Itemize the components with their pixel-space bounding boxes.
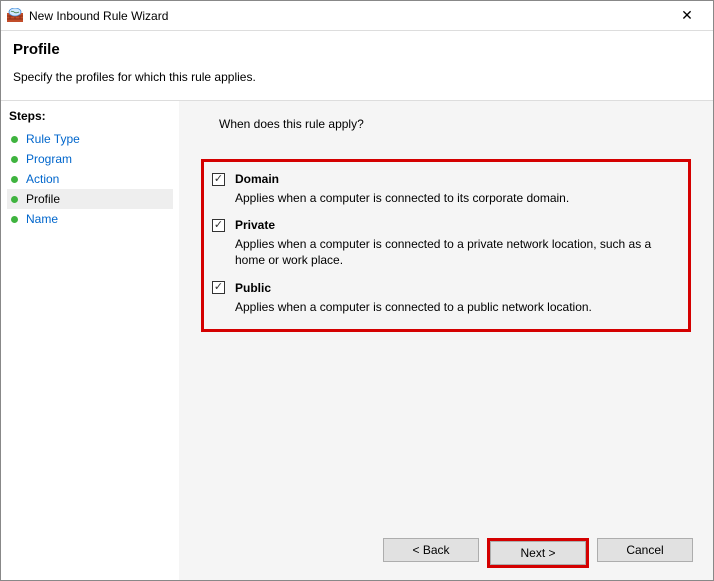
button-bar: < Back Next > Cancel [199, 530, 693, 568]
wizard-window: New Inbound Rule Wizard ✕ Profile Specif… [0, 0, 714, 581]
step-label: Action [26, 172, 59, 186]
step-label: Program [26, 152, 72, 166]
next-button[interactable]: Next > [490, 541, 586, 565]
step-rule-type[interactable]: Rule Type [7, 129, 173, 149]
profile-option-private: ✓ Private Applies when a computer is conne… [212, 218, 666, 268]
public-checkbox[interactable]: ✓ [212, 281, 225, 294]
firewall-icon [7, 8, 23, 24]
main-panel: When does this rule apply? ✓ Domain Applie… [179, 101, 713, 580]
steps-sidebar: Steps: Rule Type Program Action Profile Name [1, 101, 179, 580]
step-bullet-icon [11, 216, 18, 223]
steps-heading: Steps: [7, 109, 173, 123]
private-checkbox[interactable]: ✓ [212, 219, 225, 232]
step-program[interactable]: Program [7, 149, 173, 169]
step-bullet-icon [11, 176, 18, 183]
domain-label: Domain [235, 172, 279, 186]
titlebar: New Inbound Rule Wizard ✕ [1, 1, 713, 31]
step-bullet-icon [11, 196, 18, 203]
public-description: Applies when a computer is connected to … [235, 299, 666, 315]
public-label: Public [235, 281, 271, 295]
window-title: New Inbound Rule Wizard [29, 9, 168, 23]
profile-option-domain: ✓ Domain Applies when a computer is connec… [212, 172, 666, 206]
step-profile: Profile [7, 189, 173, 209]
page-title: Profile [13, 41, 701, 58]
step-label: Profile [26, 192, 60, 206]
step-bullet-icon [11, 156, 18, 163]
private-description: Applies when a computer is connected to … [235, 236, 666, 268]
back-button[interactable]: < Back [383, 538, 479, 562]
step-name[interactable]: Name [7, 209, 173, 229]
question-text: When does this rule apply? [219, 117, 693, 131]
profile-option-public: ✓ Public Applies when a computer is connec… [212, 281, 666, 315]
step-bullet-icon [11, 136, 18, 143]
private-label: Private [235, 218, 275, 232]
page-subtitle: Specify the profiles for which this rule… [13, 70, 701, 84]
domain-checkbox[interactable]: ✓ [212, 173, 225, 186]
step-label: Rule Type [26, 132, 80, 146]
cancel-button[interactable]: Cancel [597, 538, 693, 562]
wizard-header: Profile Specify the profiles for which t… [1, 31, 713, 100]
domain-description: Applies when a computer is connected to … [235, 190, 666, 206]
content-area: Steps: Rule Type Program Action Profile Name… [1, 100, 713, 580]
step-action[interactable]: Action [7, 169, 173, 189]
step-label: Name [26, 212, 58, 226]
close-icon[interactable]: ✕ [667, 2, 707, 30]
profile-options-highlight: ✓ Domain Applies when a computer is connec… [201, 159, 691, 332]
